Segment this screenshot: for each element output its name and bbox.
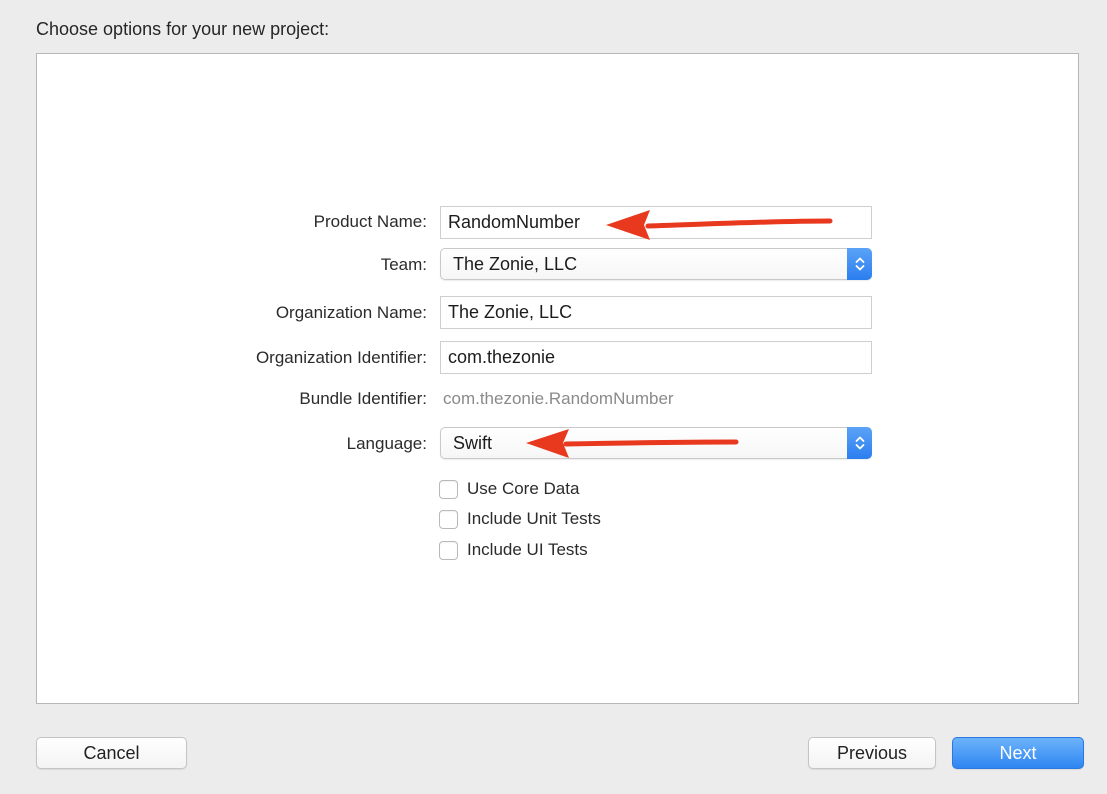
include-unit-tests-checkbox-row[interactable]: Include Unit Tests	[439, 508, 601, 530]
organization-identifier-label: Organization Identifier:	[255, 348, 427, 367]
organization-name-field[interactable]	[440, 296, 872, 329]
team-select[interactable]: The Zonie, LLC	[440, 248, 872, 280]
cancel-button[interactable]: Cancel	[36, 737, 187, 769]
include-unit-tests-label: Include Unit Tests	[467, 509, 601, 528]
language-label: Language:	[346, 434, 427, 453]
up-down-chevron-icon	[847, 427, 872, 459]
use-core-data-checkbox-row[interactable]: Use Core Data	[439, 478, 579, 500]
include-ui-tests-checkbox[interactable]	[439, 540, 458, 560]
use-core-data-label: Use Core Data	[467, 479, 580, 498]
include-ui-tests-label: Include UI Tests	[467, 540, 588, 559]
organization-identifier-field[interactable]	[440, 341, 872, 374]
up-down-chevron-icon	[847, 248, 872, 280]
team-label: Team:	[380, 255, 427, 274]
previous-button[interactable]: Previous	[808, 737, 936, 769]
product-name-field[interactable]	[440, 206, 872, 239]
options-panel	[36, 53, 1079, 704]
use-core-data-checkbox[interactable]	[439, 479, 458, 499]
dialog-header: Choose options for your new project:	[36, 19, 330, 39]
team-select-value: The Zonie, LLC	[453, 254, 578, 274]
include-ui-tests-checkbox-row[interactable]: Include UI Tests	[439, 539, 588, 561]
bundle-identifier-value: com.thezonie.RandomNumber	[443, 389, 674, 408]
language-select[interactable]: Swift	[440, 427, 872, 459]
organization-name-label: Organization Name:	[275, 303, 427, 322]
include-unit-tests-checkbox[interactable]	[439, 509, 458, 529]
bundle-identifier-label: Bundle Identifier:	[299, 389, 427, 408]
product-name-label: Product Name:	[313, 212, 427, 231]
next-button[interactable]: Next	[952, 737, 1084, 769]
language-select-value: Swift	[453, 433, 493, 453]
